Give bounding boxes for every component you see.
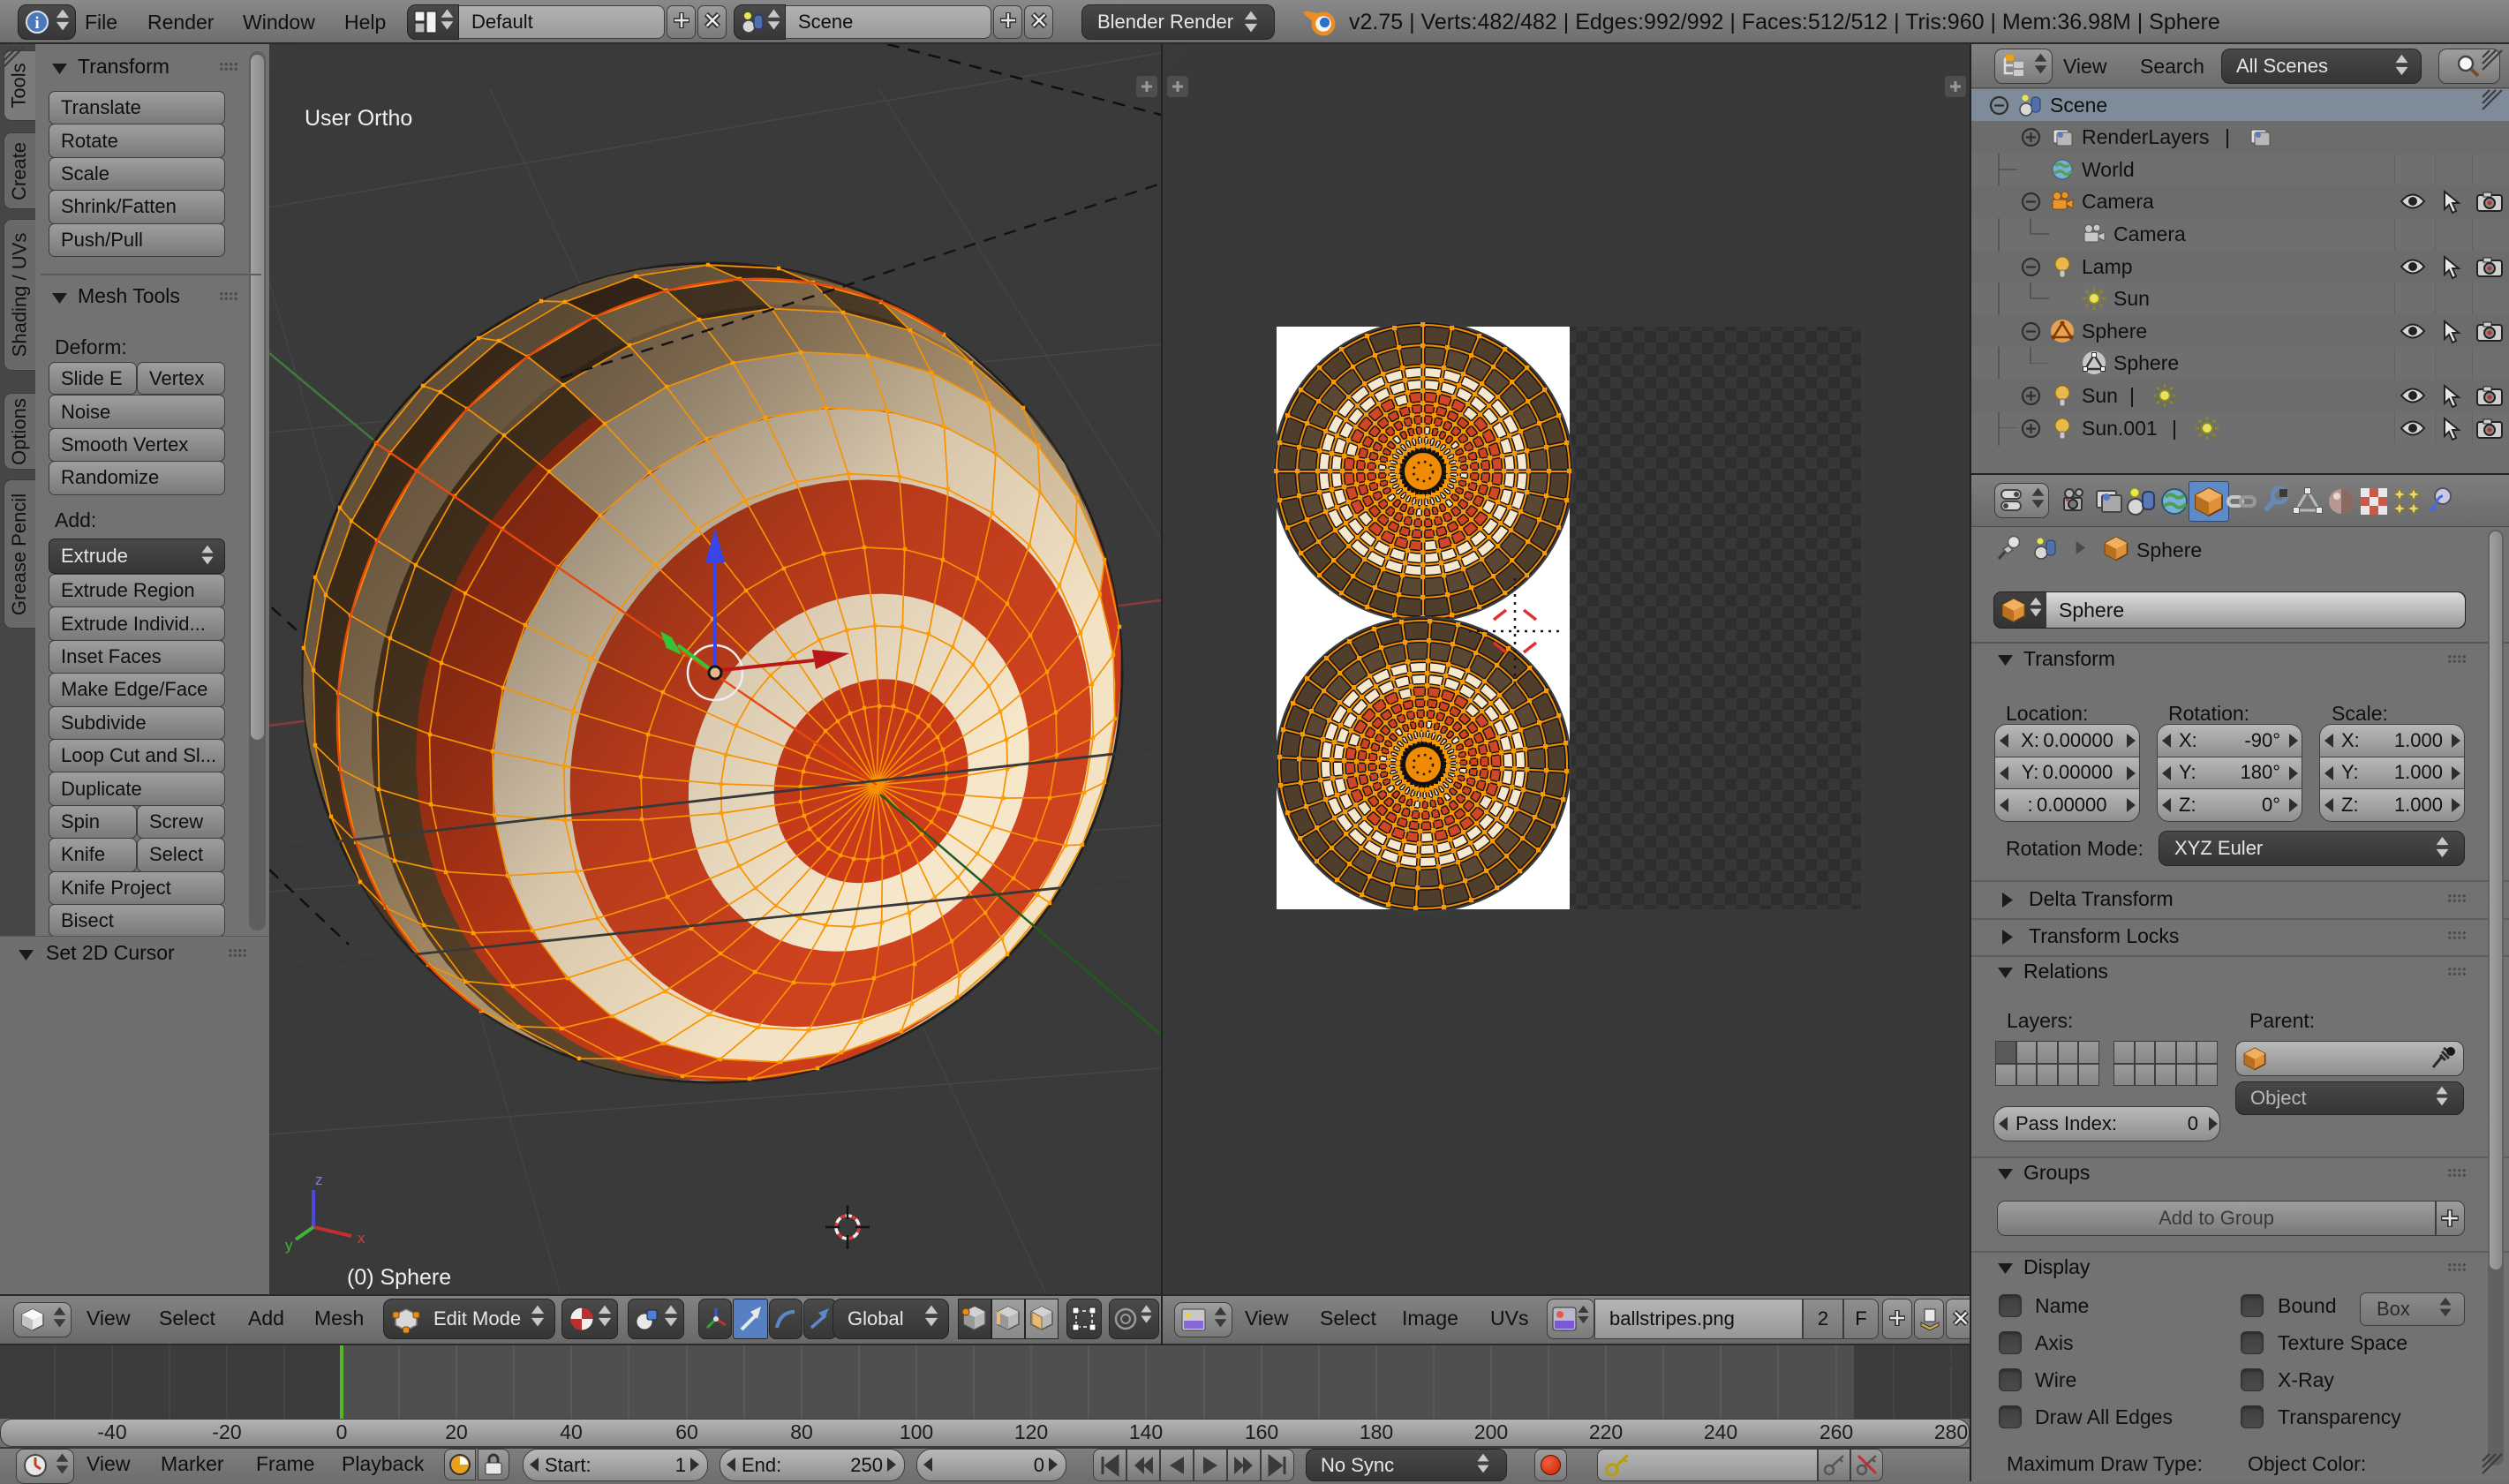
svg-text:z: z bbox=[315, 1171, 323, 1188]
svg-text:i: i bbox=[34, 14, 39, 33]
svg-text:y: y bbox=[285, 1237, 293, 1254]
svg-text:x: x bbox=[358, 1230, 365, 1247]
svg-text:(0) Sphere: (0) Sphere bbox=[347, 1265, 451, 1290]
svg-text:User Ortho: User Ortho bbox=[305, 106, 412, 131]
